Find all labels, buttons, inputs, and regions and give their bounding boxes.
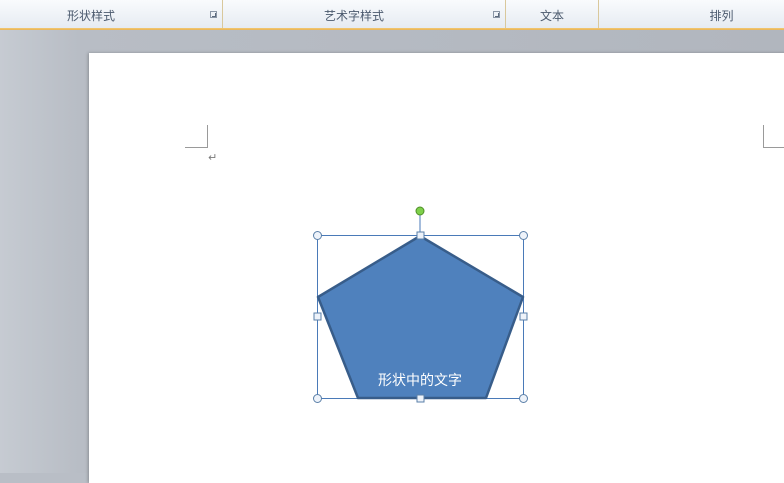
resize-handle-right[interactable] (519, 312, 528, 321)
resize-handle-bottom-left[interactable] (313, 394, 322, 403)
rotation-handle[interactable] (415, 206, 425, 216)
resize-handle-left[interactable] (313, 312, 322, 321)
resize-handle-bottom-right[interactable] (519, 394, 528, 403)
resize-handle-bottom[interactable] (416, 394, 425, 403)
resize-handle-top[interactable] (416, 231, 425, 240)
shape-text-content[interactable]: 形状中的文字 (350, 372, 490, 390)
shape-layer (313, 206, 528, 403)
resize-handle-top-left[interactable] (313, 231, 322, 240)
resize-handle-top-right[interactable] (519, 231, 528, 240)
shape-text-label: 形状中的文字 (378, 373, 462, 389)
